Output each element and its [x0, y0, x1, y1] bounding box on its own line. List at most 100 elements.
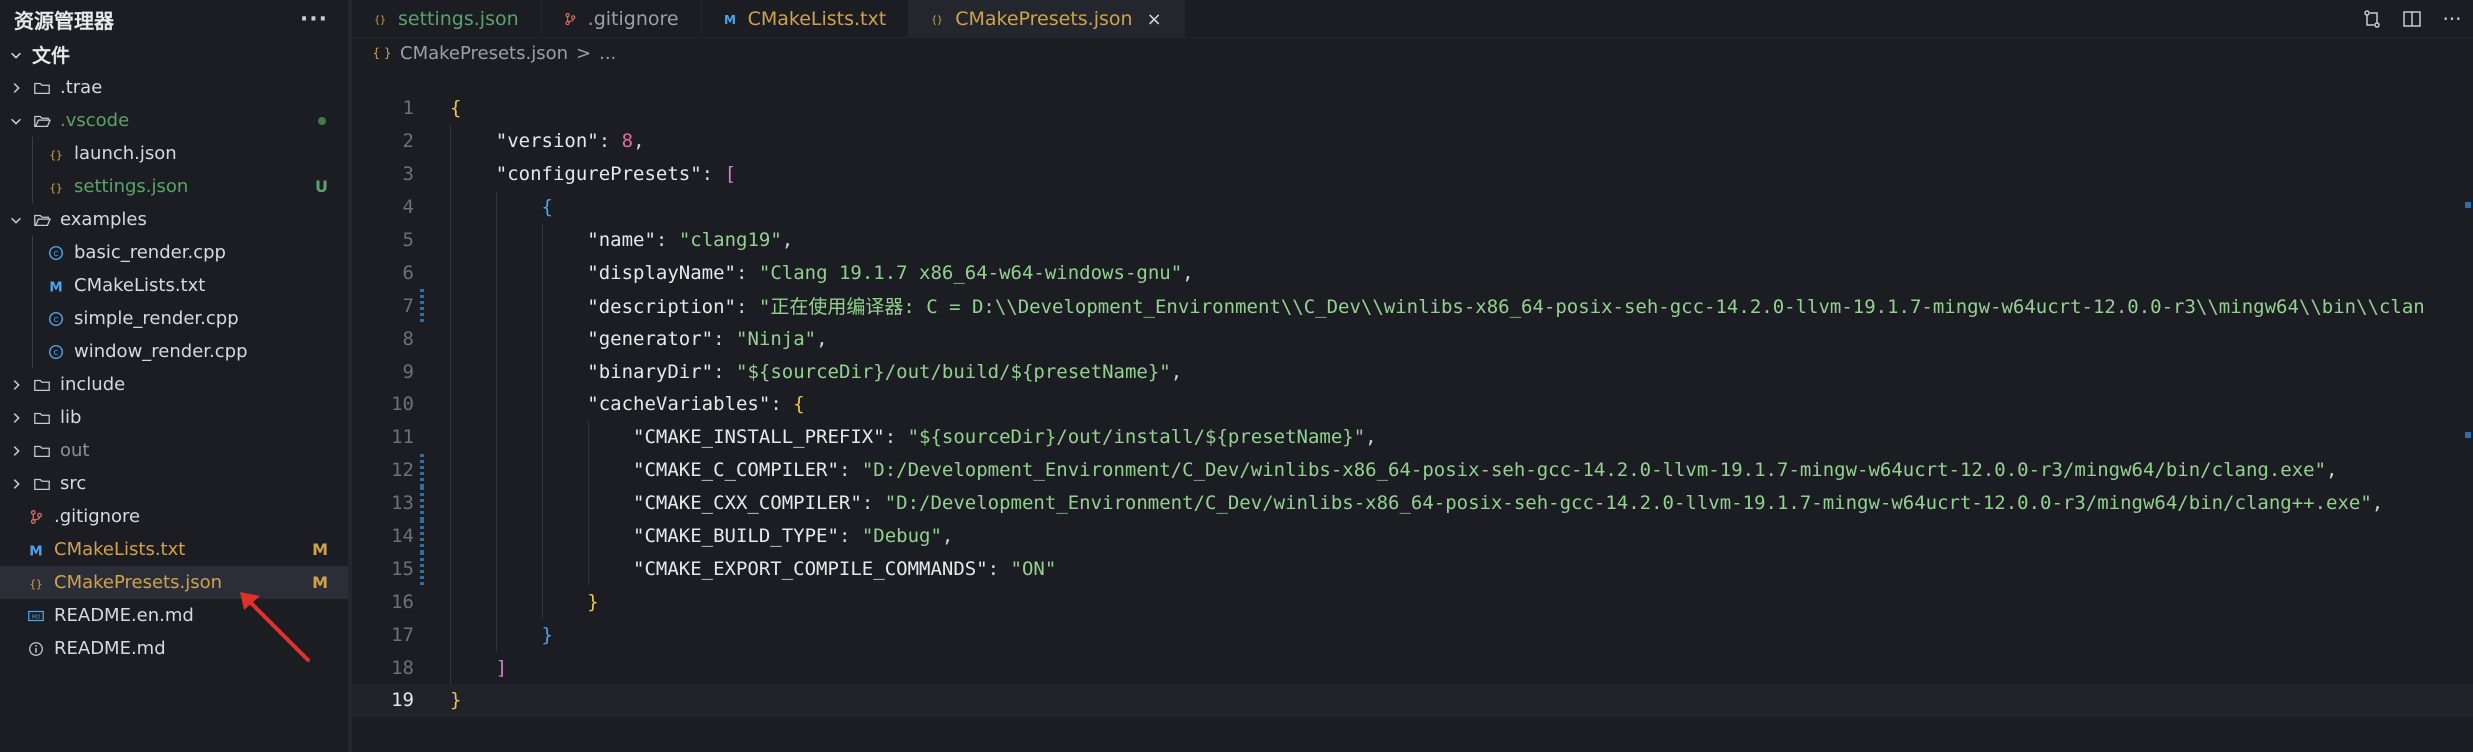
- code-line[interactable]: 16 }: [352, 585, 2473, 619]
- tree-file[interactable]: M CMakeLists.txt M: [0, 533, 350, 566]
- overview-ruler[interactable]: [2459, 92, 2473, 438]
- close-icon[interactable]: ×: [1147, 9, 1162, 30]
- tree-folder[interactable]: .vscode: [0, 104, 350, 137]
- code-line[interactable]: 1{: [352, 92, 2473, 125]
- indent-guide: [32, 170, 33, 203]
- tree-item-label: CMakeLists.txt: [54, 539, 186, 560]
- code-line[interactable]: 3 "configurePresets": [: [352, 157, 2473, 191]
- tab-settings-json[interactable]: {} settings.json: [352, 0, 542, 38]
- svg-text:{}: {}: [50, 148, 63, 161]
- tab-cmakelists-txt[interactable]: M CMakeLists.txt: [702, 0, 910, 38]
- code-token: "Ninja": [736, 327, 817, 350]
- svg-text:MD: MD: [32, 614, 41, 620]
- code-token: {: [793, 393, 805, 416]
- code-line[interactable]: 9 "binaryDir": "${sourceDir}/out/build/$…: [352, 355, 2473, 389]
- tab--gitignore[interactable]: .gitignore: [542, 0, 702, 38]
- indent-guide: [32, 269, 33, 302]
- tree-file[interactable]: Csimple_render.cpp: [0, 302, 350, 335]
- breadcrumb-rest[interactable]: ...: [599, 43, 616, 64]
- code-token: "${sourceDir}/out/install/${presetName}": [907, 426, 1366, 449]
- cmake-file-icon: M: [46, 276, 66, 296]
- code-token: :: [701, 163, 725, 186]
- code-token: }: [541, 623, 553, 646]
- code-token: 8: [621, 130, 634, 153]
- code-line[interactable]: 14 "CMAKE_BUILD_TYPE": "Debug",: [352, 519, 2473, 553]
- svg-text:C: C: [53, 249, 58, 258]
- modified-gutter-marker: [420, 552, 424, 586]
- tree-folder[interactable]: out: [0, 434, 350, 467]
- code-text: ]: [450, 657, 507, 679]
- breadcrumb-file[interactable]: CMakePresets.json: [400, 43, 568, 64]
- split-editor-icon[interactable]: [2401, 8, 2423, 30]
- code-token: :: [713, 327, 737, 350]
- tab-bar: {} settings.json .gitignore M CMakeLists.txt…: [352, 0, 2473, 38]
- tree-item-label: README.en.md: [54, 605, 194, 626]
- code-token: :: [736, 296, 759, 319]
- svg-text:{}: {}: [30, 577, 43, 590]
- code-text: "CMAKE_C_COMPILER": "D:/Development_Envi…: [450, 459, 2337, 481]
- root-folder[interactable]: 文件: [0, 38, 350, 71]
- tree-file[interactable]: Cwindow_render.cpp: [0, 335, 350, 368]
- code-line[interactable]: 15 "CMAKE_EXPORT_COMPILE_COMMANDS": "ON": [352, 552, 2473, 586]
- code-editor[interactable]: 1{2 "version": 8, 3 "configurePresets": […: [352, 92, 2473, 717]
- code-text: "description": "正在使用编译器: C = D:\\Develop…: [450, 292, 2424, 319]
- tree-item-label: out: [60, 440, 90, 461]
- tree-file[interactable]: .gitignore: [0, 500, 350, 533]
- tree-folder[interactable]: lib: [0, 401, 350, 434]
- chevron-down-icon: [8, 212, 24, 228]
- code-token: "binaryDir": [587, 360, 714, 383]
- code-line[interactable]: 11 "CMAKE_INSTALL_PREFIX": "${sourceDir}…: [352, 420, 2473, 454]
- tree-item-label: README.md: [54, 638, 166, 659]
- more-editor-actions-icon[interactable]: ···: [2441, 7, 2463, 31]
- tree-file[interactable]: M CMakeLists.txt: [0, 269, 350, 302]
- code-text: }: [450, 689, 461, 711]
- tree-folder[interactable]: examples: [0, 203, 350, 236]
- tree-file[interactable]: {} settings.json U: [0, 170, 350, 203]
- modified-gutter-marker: [420, 519, 424, 553]
- code-line[interactable]: 17 }: [352, 618, 2473, 652]
- tree-folder[interactable]: src: [0, 467, 350, 500]
- tree-item-label: .trae: [60, 77, 103, 98]
- compare-changes-icon[interactable]: [2361, 8, 2383, 30]
- more-actions-icon[interactable]: ···: [300, 7, 328, 32]
- code-line[interactable]: 13 "CMAKE_CXX_COMPILER": "D:/Development…: [352, 486, 2473, 520]
- cmake-file-icon: M: [26, 540, 46, 560]
- line-number: 17: [391, 623, 414, 646]
- svg-text:C: C: [53, 348, 58, 357]
- tree-folder[interactable]: .trae: [0, 71, 350, 104]
- code-token: "description": [587, 296, 736, 319]
- code-text: "version": 8,: [450, 130, 645, 152]
- code-line[interactable]: 4 {: [352, 190, 2473, 224]
- code-line[interactable]: 18 ]: [352, 651, 2473, 685]
- tree-item-label: CMakePresets.json: [54, 572, 223, 593]
- tree-item-label: basic_render.cpp: [74, 242, 226, 263]
- line-number: 5: [402, 229, 414, 251]
- code-line[interactable]: 7 "description": "正在使用编译器: C = D:\\Devel…: [352, 289, 2473, 323]
- tree-file[interactable]: Cbasic_render.cpp: [0, 236, 350, 269]
- code-text: {: [450, 196, 553, 218]
- code-token: ,: [941, 525, 954, 548]
- tree-file[interactable]: {} launch.json: [0, 137, 350, 170]
- tree-item-label: src: [60, 473, 87, 494]
- tree-folder[interactable]: include: [0, 368, 350, 401]
- code-line[interactable]: 2 "version": 8,: [352, 124, 2473, 158]
- git-status-badge: M: [312, 540, 328, 559]
- code-line[interactable]: 5 "name": "clang19",: [352, 223, 2473, 257]
- code-line[interactable]: 10 "cacheVariables": {: [352, 388, 2473, 422]
- code-token: "CMAKE_BUILD_TYPE": [633, 525, 839, 548]
- json-file-icon: {}: [46, 144, 66, 164]
- code-token: "D:/Development_Environment/C_Dev/winlib…: [884, 492, 2372, 515]
- tab-cmakepresets-json[interactable]: {} CMakePresets.json ×: [909, 0, 1185, 38]
- code-line[interactable]: 19}: [352, 684, 2473, 717]
- chevron-down-icon: [8, 47, 24, 63]
- code-line[interactable]: 12 "CMAKE_C_COMPILER": "D:/Development_E…: [352, 453, 2473, 487]
- code-line[interactable]: 8 "generator": "Ninja",: [352, 322, 2473, 356]
- code-line[interactable]: 6 "displayName": "Clang 19.1.7 x86_64-w6…: [352, 256, 2473, 290]
- code-token: "displayName": [587, 261, 736, 284]
